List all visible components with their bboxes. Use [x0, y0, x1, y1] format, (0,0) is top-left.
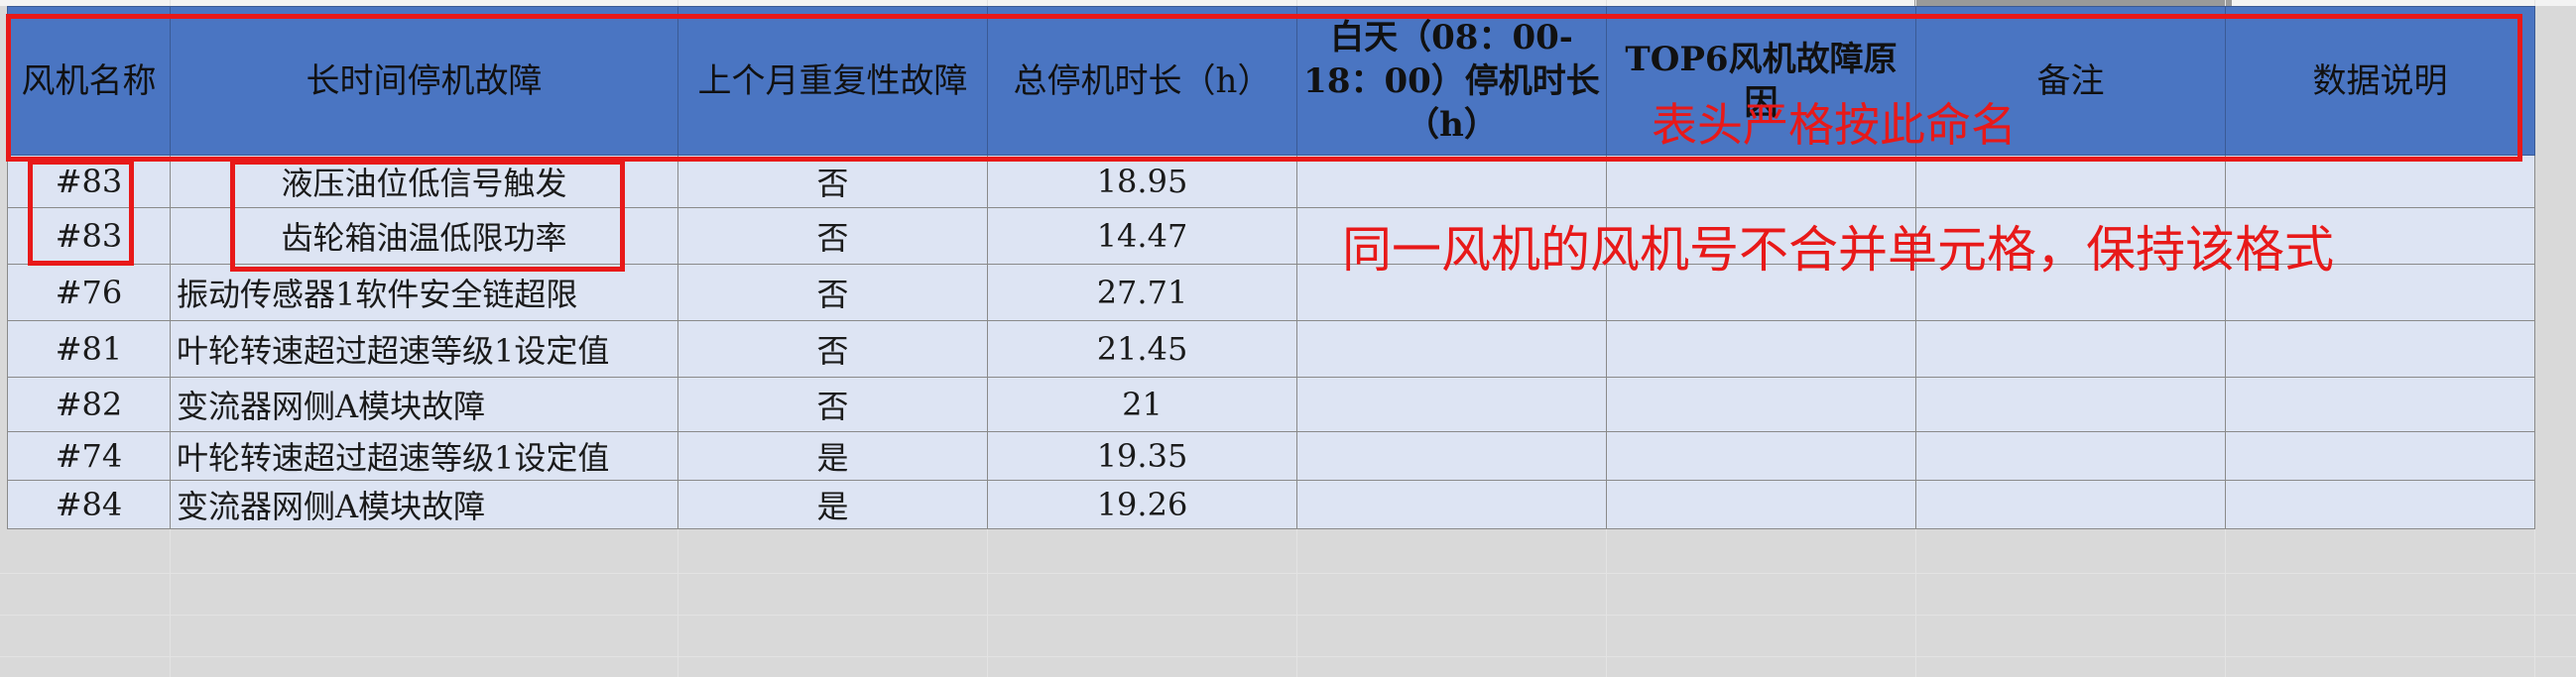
cell-reason[interactable] — [1606, 155, 1916, 208]
table-row: #83 液压油位低信号触发 否 18.95 — [7, 155, 2535, 208]
header-naming-note: 表头严格按此命名 — [1652, 98, 2017, 152]
cell-repeat[interactable]: 否 — [677, 264, 988, 321]
cell-total-hours[interactable]: 18.95 — [987, 155, 1297, 208]
table-row: #84 变流器网侧A模块故障 是 19.26 — [7, 480, 2535, 529]
cell-fault[interactable]: 液压油位低信号触发 — [170, 155, 678, 208]
cell-day-hours[interactable] — [1296, 431, 1607, 481]
cell-fault[interactable]: 叶轮转速超过超速等级1设定值 — [170, 320, 678, 378]
cell-description[interactable] — [2225, 480, 2535, 529]
cell-description[interactable] — [2225, 431, 2535, 481]
cell-remarks[interactable] — [1915, 480, 2226, 529]
cell-turbine[interactable]: #83 — [7, 155, 171, 208]
cell-remarks[interactable] — [1915, 155, 2226, 208]
cell-day-hours[interactable] — [1296, 320, 1607, 378]
cell-description[interactable] — [2225, 377, 2535, 432]
header-daytime-downtime[interactable]: 白天（08：00-18：00）停机时长（h） — [1296, 6, 1607, 156]
cell-reason[interactable] — [1606, 377, 1916, 432]
cell-total-hours[interactable]: 14.47 — [987, 207, 1297, 265]
grid-line — [0, 656, 2576, 657]
cell-fault[interactable]: 变流器网侧A模块故障 — [170, 480, 678, 529]
cell-reason[interactable] — [1606, 320, 1916, 378]
cell-turbine[interactable]: #82 — [7, 377, 171, 432]
header-data-description[interactable]: 数据说明 — [2225, 6, 2535, 156]
cell-fault[interactable]: 齿轮箱油温低限功率 — [170, 207, 678, 265]
cell-turbine[interactable]: #84 — [7, 480, 171, 529]
grid-line — [0, 573, 2576, 574]
cell-repeat[interactable]: 是 — [677, 431, 988, 481]
cell-total-hours[interactable]: 27.71 — [987, 264, 1297, 321]
header-total-downtime[interactable]: 总停机时长（h） — [987, 6, 1297, 156]
cell-repeat[interactable]: 是 — [677, 480, 988, 529]
cell-fault[interactable]: 变流器网侧A模块故障 — [170, 377, 678, 432]
cell-turbine[interactable]: #83 — [7, 207, 171, 265]
merge-cell-note: 同一风机的风机号不合并单元格，保持该格式 — [1342, 221, 2334, 279]
cell-turbine[interactable]: #76 — [7, 264, 171, 321]
cell-total-hours[interactable]: 19.26 — [987, 480, 1297, 529]
cell-repeat[interactable]: 否 — [677, 207, 988, 265]
cell-turbine[interactable]: #74 — [7, 431, 171, 481]
header-row: 风机名称 长时间停机故障 上个月重复性故障 总停机时长（h） 白天（08：00-… — [7, 6, 2535, 156]
cell-total-hours[interactable]: 21.45 — [987, 320, 1297, 378]
cell-remarks[interactable] — [1915, 431, 2226, 481]
header-turbine-name[interactable]: 风机名称 — [7, 6, 171, 156]
cell-description[interactable] — [2225, 320, 2535, 378]
cell-fault[interactable]: 振动传感器1软件安全链超限 — [170, 264, 678, 321]
cell-turbine[interactable]: #81 — [7, 320, 171, 378]
cell-remarks[interactable] — [1915, 320, 2226, 378]
cell-fault[interactable]: 叶轮转速超过超速等级1设定值 — [170, 431, 678, 481]
cell-reason[interactable] — [1606, 431, 1916, 481]
cell-day-hours[interactable] — [1296, 377, 1607, 432]
cell-description[interactable] — [2225, 155, 2535, 208]
table-row: #74 叶轮转速超过超速等级1设定值 是 19.35 — [7, 431, 2535, 481]
cell-day-hours[interactable] — [1296, 480, 1607, 529]
table-row: #81 叶轮转速超过超速等级1设定值 否 21.45 — [7, 320, 2535, 378]
header-repeat-fault[interactable]: 上个月重复性故障 — [677, 6, 988, 156]
cell-total-hours[interactable]: 19.35 — [987, 431, 1297, 481]
cell-repeat[interactable]: 否 — [677, 377, 988, 432]
cell-reason[interactable] — [1606, 480, 1916, 529]
cell-repeat[interactable]: 否 — [677, 155, 988, 208]
table-row: #82 变流器网侧A模块故障 否 21 — [7, 377, 2535, 432]
cell-day-hours[interactable] — [1296, 155, 1607, 208]
cell-repeat[interactable]: 否 — [677, 320, 988, 378]
cell-remarks[interactable] — [1915, 377, 2226, 432]
cell-total-hours[interactable]: 21 — [987, 377, 1297, 432]
grid-line — [0, 615, 2576, 616]
header-long-downtime-fault[interactable]: 长时间停机故障 — [170, 6, 678, 156]
